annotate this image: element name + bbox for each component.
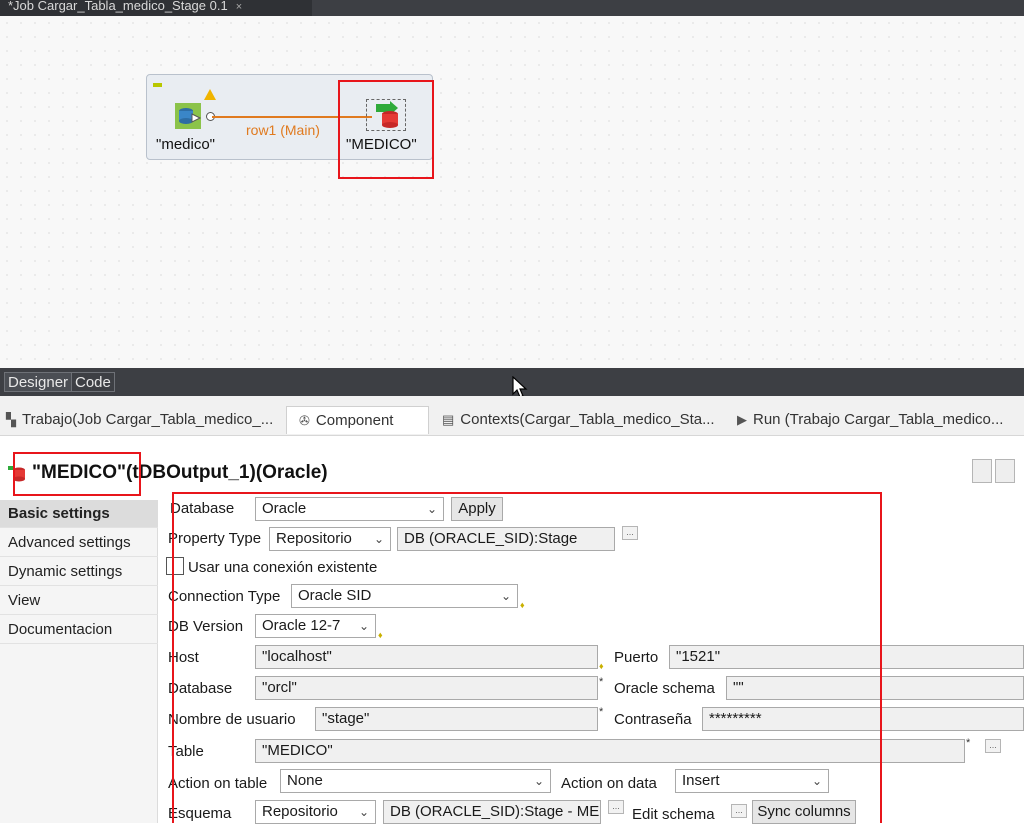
job-editor-tab[interactable]: *Job Cargar_Tabla_medico_Stage 0.1 × [0, 0, 312, 16]
tab-contexts[interactable]: ▤ Contexts(Cargar_Tabla_medico_Sta... [442, 406, 715, 434]
job-tab-title: *Job Cargar_Tabla_medico_Stage 0.1 [8, 0, 228, 13]
source-component-label[interactable]: "medico" [156, 136, 215, 153]
tab-component-label: Component [315, 412, 394, 429]
tab-code[interactable]: Code [71, 372, 115, 392]
grid-layout-icon[interactable] [972, 459, 992, 483]
job-icon: ▚ [6, 412, 16, 427]
tab-component[interactable]: ✇ Component [286, 406, 429, 434]
connection-label[interactable]: row1 (Main) [246, 122, 320, 138]
close-icon[interactable]: × [236, 1, 242, 13]
component-icon: ✇ [299, 413, 310, 428]
run-icon: ▶ [737, 412, 747, 427]
collapse-subjob-icon[interactable] [153, 83, 162, 87]
layout-toggle-group[interactable] [972, 459, 1020, 485]
design-canvas[interactable] [0, 16, 1024, 368]
highlight-box [338, 80, 434, 179]
mouse-cursor-icon [512, 376, 528, 398]
tab-job-label: Trabajo(Job Cargar_Tabla_medico_... [22, 411, 274, 428]
tab-designer[interactable]: Designer [4, 372, 73, 392]
nav-advanced-settings[interactable]: Advanced settings [0, 529, 158, 557]
highlight-box [13, 452, 141, 496]
highlight-box [172, 492, 882, 823]
db-input-component-icon[interactable] [174, 102, 202, 130]
table-browse-button[interactable]: ... [985, 739, 1001, 753]
tab-run[interactable]: ▶ Run (Trabajo Cargar_Tabla_medico... [737, 406, 1003, 434]
nav-view[interactable]: View [0, 587, 158, 615]
nav-dynamic-settings[interactable]: Dynamic settings [0, 558, 158, 586]
tab-job[interactable]: ▚ Trabajo(Job Cargar_Tabla_medico_... [6, 406, 273, 434]
required-marker: * [966, 737, 971, 749]
tab-contexts-label: Contexts(Cargar_Tabla_medico_Sta... [460, 411, 715, 428]
nav-basic-settings[interactable]: Basic settings [0, 500, 158, 528]
list-layout-icon[interactable] [995, 459, 1015, 483]
warning-icon [204, 89, 216, 100]
tab-run-label: Run (Trabajo Cargar_Tabla_medico... [753, 411, 1004, 428]
contexts-icon: ▤ [442, 412, 455, 427]
nav-documentacion[interactable]: Documentacion [0, 616, 158, 644]
